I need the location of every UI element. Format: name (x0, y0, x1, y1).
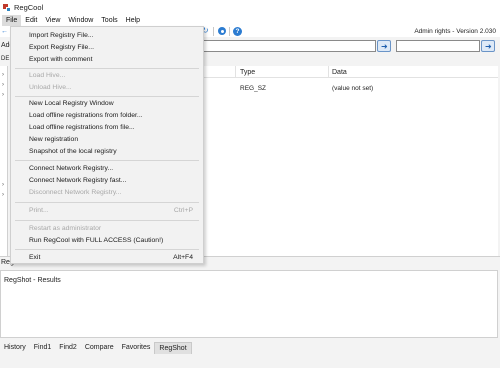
toolbar-separator (213, 27, 214, 36)
menu-item-export-with-comment[interactable]: Export with comment (11, 54, 203, 65)
menu-tools[interactable]: Tools (97, 15, 121, 26)
menu-view[interactable]: View (41, 15, 64, 26)
row-type-cell[interactable]: REG_SZ (240, 85, 266, 92)
menu-item-export-registry-file[interactable]: Export Registry File... (11, 42, 203, 53)
search-input[interactable] (396, 40, 480, 52)
menu-item-exit[interactable]: Exit Alt+F4 (11, 252, 203, 263)
bottom-tab-bar: History Find1 Find2 Compare Favorites Re… (0, 341, 500, 354)
menu-item-unload-hive: Unload Hive... (29, 84, 72, 91)
menu-item-import-registry-file[interactable]: Import Registry File... (11, 30, 203, 41)
menu-item-run-full-access[interactable]: Run RegCool with FULL ACCESS (Caution!) (11, 235, 203, 246)
menu-separator (15, 220, 199, 221)
menu-file[interactable]: File (2, 15, 22, 26)
menu-item-restart-as-admin: Restart as administrator (29, 225, 102, 232)
menu-item-new-registration[interactable]: New registration (11, 134, 203, 145)
tab-find1[interactable]: Find1 (30, 342, 56, 354)
regcool-app-icon (3, 3, 11, 12)
menu-separator (15, 68, 199, 69)
admin-version-label: Admin rights - Version 2.030 (414, 28, 496, 35)
menu-item-load-offline-from-file[interactable]: Load offline registrations from file... (11, 122, 203, 133)
column-header-data[interactable]: Data (332, 69, 347, 76)
menu-item-load-hive: Load Hive... (29, 72, 66, 79)
tab-compare[interactable]: Compare (81, 342, 118, 354)
tree-expand-icon[interactable]: › (2, 72, 4, 78)
tab-regshot[interactable]: RegShot (154, 341, 192, 354)
tab-history[interactable]: History (0, 342, 30, 354)
left-tab[interactable]: DE (0, 54, 10, 64)
toolbar-separator (229, 27, 230, 36)
tree-expand-icon[interactable]: › (2, 82, 4, 88)
exit-shortcut: Alt+F4 (173, 254, 193, 261)
gear-icon[interactable] (218, 27, 226, 35)
tree-expand-icon[interactable]: › (2, 192, 4, 198)
go-button[interactable]: ➜ (377, 40, 391, 52)
file-menu-dropdown: Import Registry File... Export Registry … (10, 26, 204, 264)
back-arrow-icon[interactable]: ← (1, 28, 8, 35)
app-window: RegCool File Edit View Window Tools Help… (0, 0, 500, 368)
menu-item-load-offline-from-folder[interactable]: Load offline registrations from folder..… (11, 110, 203, 121)
tab-favorites[interactable]: Favorites (118, 342, 155, 354)
menu-item-disconnect-network-registry: Disconnect Network Registry... (29, 189, 122, 196)
list-header: Type Data (204, 66, 498, 78)
menu-item-snapshot-local-registry[interactable]: Snapshot of the local registry (11, 146, 203, 157)
address-input[interactable] (200, 40, 376, 52)
menu-item-new-local-registry-window[interactable]: New Local Registry Window (11, 98, 203, 109)
search-button[interactable]: ➜ (481, 40, 495, 52)
print-shortcut: Ctrl+P (173, 207, 193, 214)
menu-item-connect-network-registry[interactable]: Connect Network Registry... (11, 163, 203, 174)
tree-expand-icon[interactable]: › (2, 182, 4, 188)
menu-help[interactable]: Help (122, 15, 144, 26)
menu-edit[interactable]: Edit (21, 15, 41, 26)
registry-tree[interactable]: › › › › › (0, 66, 8, 256)
title-bar: RegCool (0, 0, 500, 15)
regshot-results-panel: RegShot - Results (0, 270, 498, 338)
menu-separator (15, 160, 199, 161)
go-arrow-icon: ➜ (381, 42, 388, 51)
menu-bar: File Edit View Window Tools Help (0, 15, 500, 26)
column-header-type[interactable]: Type (240, 69, 255, 76)
help-icon[interactable]: ? (233, 27, 242, 36)
row-data-cell[interactable]: (value not set) (332, 85, 373, 92)
menu-item-connect-network-registry-fast[interactable]: Connect Network Registry fast... (11, 175, 203, 186)
search-icon: ➜ (485, 42, 492, 51)
regshot-results-text: RegShot - Results (4, 277, 61, 284)
window-title: RegCool (14, 3, 44, 12)
column-separator[interactable] (235, 66, 236, 78)
tab-find2[interactable]: Find2 (55, 342, 81, 354)
column-separator[interactable] (328, 66, 329, 78)
menu-separator (15, 249, 199, 250)
menu-item-print: Print... Ctrl+P (29, 207, 193, 214)
menu-window[interactable]: Window (64, 15, 97, 26)
tree-expand-icon[interactable]: › (2, 92, 4, 98)
menu-separator (15, 96, 199, 97)
values-list: Type Data REG_SZ (value not set) (204, 66, 498, 256)
menu-separator (15, 202, 199, 203)
